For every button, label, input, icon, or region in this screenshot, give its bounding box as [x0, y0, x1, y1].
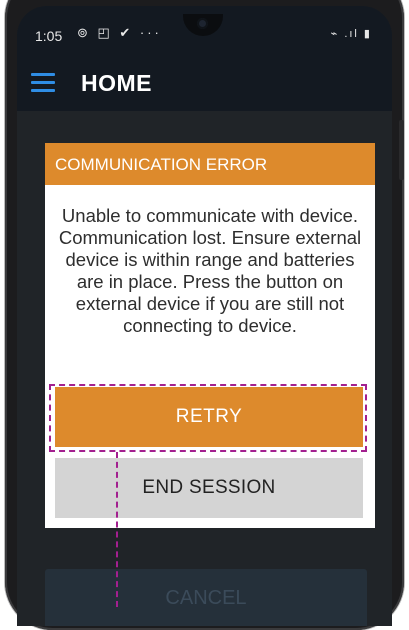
end-session-button[interactable]: END SESSION — [55, 458, 363, 518]
dialog-title: COMMUNICATION ERROR — [55, 155, 268, 174]
communication-error-dialog: COMMUNICATION ERROR Unable to communicat… — [45, 143, 375, 528]
hamburger-menu-icon[interactable] — [31, 73, 55, 93]
status-time: 1:05 — [35, 28, 63, 44]
callout-line — [116, 452, 118, 607]
retry-highlight-annotation — [49, 384, 367, 452]
app-title: HOME — [81, 70, 152, 96]
signal-battery-icons: ⌁ .ıl ▮ — [330, 28, 372, 40]
front-camera-notch — [183, 14, 223, 36]
dialog-header: COMMUNICATION ERROR — [45, 143, 375, 185]
dialog-message: Unable to communicate with device. Commu… — [58, 205, 362, 336]
phone-side-button — [399, 120, 404, 180]
notification-icons: ⊚ ◰ ✔ ··· — [77, 25, 162, 40]
background-cancel-button: CANCEL — [45, 569, 367, 626]
status-bar: 1:05 ⊚ ◰ ✔ ··· ⌁ .ıl ▮ — [17, 6, 392, 56]
app-bar: HOME — [17, 56, 392, 111]
